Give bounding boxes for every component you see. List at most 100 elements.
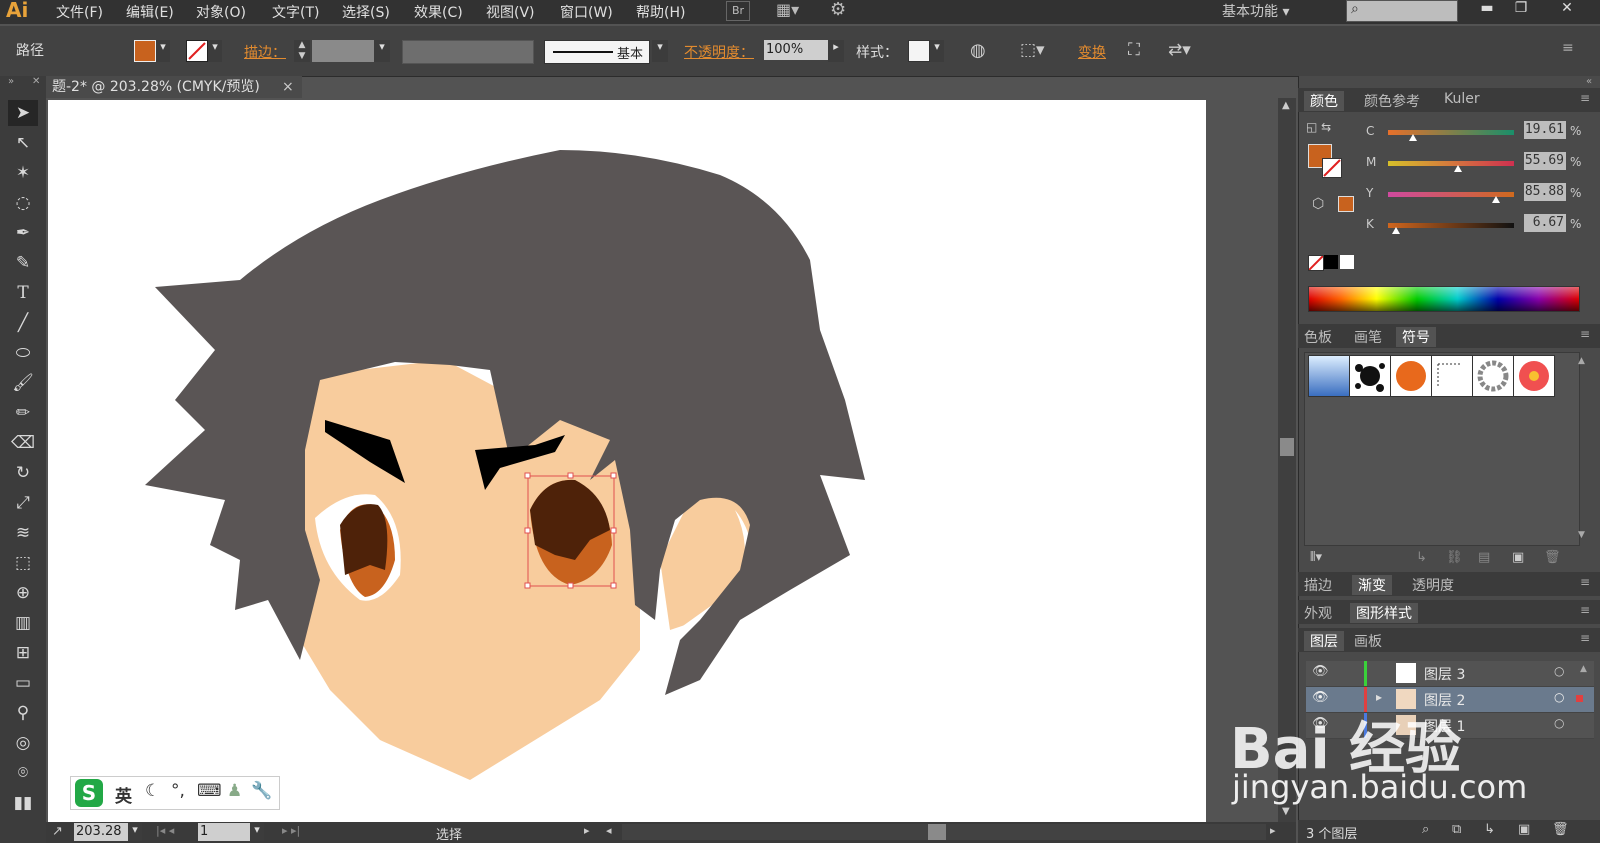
menu-object[interactable]: 对象(O) bbox=[196, 2, 246, 22]
tab-color-guide[interactable]: 颜色参考 bbox=[1364, 91, 1420, 111]
align-to-selection-icon[interactable]: ⬚▾ bbox=[1020, 40, 1045, 60]
symbol-chain-ring[interactable] bbox=[1472, 355, 1514, 397]
isolate-icon[interactable]: ⛶ bbox=[1128, 40, 1140, 60]
half-width-icon[interactable]: ☾ bbox=[145, 781, 160, 801]
slider-thumb[interactable] bbox=[1454, 165, 1463, 172]
expand-triangle-icon[interactable]: ▸ bbox=[1376, 690, 1382, 704]
place-symbol-icon[interactable]: ↳ bbox=[1416, 550, 1427, 565]
appearance-panel-menu-icon[interactable]: ≡ bbox=[1580, 603, 1590, 617]
tools-close-icon[interactable]: ✕ bbox=[32, 76, 40, 87]
graphic-style-dropdown[interactable]: ▾ bbox=[930, 40, 944, 62]
stroke-color-box[interactable] bbox=[1322, 158, 1342, 178]
tab-transparency[interactable]: 透明度 bbox=[1412, 575, 1454, 595]
status-edit-icon[interactable]: ↗ bbox=[52, 824, 63, 839]
keyboard-icon[interactable]: ⌨ bbox=[197, 781, 222, 801]
symbols-scroll-up-icon[interactable]: ▲ bbox=[1578, 356, 1585, 366]
eyedropper-tool-icon[interactable]: ⚲ bbox=[8, 700, 38, 726]
ime-language-label[interactable]: 英 bbox=[115, 782, 132, 807]
tab-swatches[interactable]: 色板 bbox=[1304, 327, 1332, 347]
shape-builder-tool-icon[interactable]: ⊕ bbox=[8, 580, 38, 606]
perspective-grid-tool-icon[interactable]: ▥ bbox=[8, 610, 38, 636]
target-circle-icon[interactable]: ○ bbox=[1554, 716, 1564, 730]
dock-collapse-icon[interactable]: « bbox=[1586, 76, 1592, 87]
transform-label[interactable]: 变换 bbox=[1078, 42, 1106, 62]
pen-tool-icon[interactable]: ✒ bbox=[8, 220, 38, 246]
direct-selection-tool-icon[interactable]: ↖ bbox=[8, 130, 38, 156]
warp-tool-icon[interactable]: ≋ bbox=[8, 520, 38, 546]
out-of-gamut-icon[interactable]: ⬡ bbox=[1312, 196, 1324, 212]
layers-scroll-up-icon[interactable]: ▲ bbox=[1580, 664, 1587, 674]
line-tool-icon[interactable]: ╱ bbox=[8, 310, 38, 336]
symbol-options-icon[interactable]: ▤ bbox=[1478, 550, 1490, 565]
channel-value-input[interactable]: 6.67 bbox=[1524, 214, 1566, 232]
scroll-down-icon[interactable]: ▼ bbox=[1282, 806, 1290, 817]
horizontal-scrollbar[interactable] bbox=[622, 824, 1266, 840]
menu-help[interactable]: 帮助(H) bbox=[636, 2, 685, 22]
tab-color[interactable]: 颜色 bbox=[1304, 91, 1344, 111]
paintbrush-tool-icon[interactable]: 🖌 bbox=[8, 370, 38, 396]
column-graph-tool-icon[interactable]: ▮▮ bbox=[8, 790, 38, 816]
slider-thumb[interactable] bbox=[1408, 134, 1417, 141]
free-transform-tool-icon[interactable]: ⬚ bbox=[8, 550, 38, 576]
slider-thumb[interactable] bbox=[1492, 196, 1501, 203]
black-swatch[interactable] bbox=[1324, 255, 1338, 269]
new-layer-icon[interactable]: ▣ bbox=[1518, 822, 1530, 837]
tab-gradient[interactable]: 渐变 bbox=[1352, 575, 1392, 595]
channel-slider[interactable] bbox=[1388, 130, 1514, 135]
menu-edit[interactable]: 编辑(E) bbox=[126, 2, 174, 22]
wrench-icon[interactable]: 🔧 bbox=[251, 781, 272, 801]
variable-width-profile[interactable] bbox=[402, 40, 534, 64]
break-link-icon[interactable]: ⛓ bbox=[1446, 550, 1463, 565]
tab-graphic-styles[interactable]: 图形样式 bbox=[1350, 603, 1418, 623]
eraser-tool-icon[interactable]: ⌫ bbox=[8, 430, 38, 456]
ellipse-tool-icon[interactable]: ⬭ bbox=[8, 340, 38, 366]
slider-thumb[interactable] bbox=[1392, 227, 1401, 234]
status-menu-icon[interactable]: ▸ bbox=[584, 824, 590, 837]
menu-window[interactable]: 窗口(W) bbox=[560, 2, 613, 22]
zoom-input[interactable]: 203.28 bbox=[74, 823, 130, 841]
layer-row[interactable]: 👁 图层 3 ○ bbox=[1306, 661, 1594, 687]
stroke-weight-stepper[interactable]: ▲ ▼ bbox=[294, 40, 310, 62]
hscroll-left-icon[interactable]: ◂ bbox=[606, 824, 612, 837]
first-artboard-icon[interactable]: |◂ ◂ bbox=[156, 824, 174, 837]
zoom-dropdown[interactable]: ▾ bbox=[128, 823, 142, 841]
selection-tool-icon[interactable]: ➤ bbox=[8, 100, 38, 126]
bridge-icon[interactable]: Br bbox=[726, 1, 750, 21]
clipping-mask-icon[interactable]: ⧉ bbox=[1452, 822, 1461, 837]
tab-kuler[interactable]: Kuler bbox=[1444, 91, 1480, 107]
hscroll-right-icon[interactable]: ▸ bbox=[1270, 824, 1276, 837]
menu-effect[interactable]: 效果(C) bbox=[414, 2, 463, 22]
channel-slider[interactable] bbox=[1388, 223, 1514, 228]
workspace-switcher[interactable]: 基本功能 ▾ bbox=[1222, 1, 1322, 21]
symbol-blue-banner[interactable] bbox=[1308, 355, 1350, 397]
menu-file[interactable]: 文件(F) bbox=[56, 2, 103, 22]
search-input[interactable]: ⌕ bbox=[1346, 0, 1458, 22]
opacity-label[interactable]: 不透明度： bbox=[684, 42, 754, 62]
tab-layers[interactable]: 图层 bbox=[1304, 631, 1344, 651]
locate-object-icon[interactable]: ⌕ bbox=[1422, 822, 1429, 837]
channel-value-input[interactable]: 55.69 bbox=[1524, 152, 1566, 170]
pencil-tool-icon[interactable]: ✏ bbox=[8, 400, 38, 426]
last-artboard-icon[interactable]: ▸ ▸| bbox=[282, 824, 300, 837]
graphic-style-swatch[interactable] bbox=[908, 40, 930, 62]
minimize-button[interactable]: ▬ bbox=[1472, 0, 1502, 18]
gradient-panel-menu-icon[interactable]: ≡ bbox=[1580, 575, 1590, 589]
tab-stroke[interactable]: 描边 bbox=[1304, 575, 1332, 595]
brush-definition[interactable]: 基本 bbox=[544, 40, 650, 64]
layer-name[interactable]: 图层 3 bbox=[1424, 664, 1465, 684]
fill-dropdown[interactable]: ▾ bbox=[156, 40, 170, 62]
target-circle-icon[interactable]: ○ bbox=[1554, 690, 1564, 704]
curvature-tool-icon[interactable]: ✎ bbox=[8, 250, 38, 276]
user-icon[interactable]: ♟ bbox=[227, 781, 242, 801]
opacity-dropdown[interactable]: ▸ bbox=[828, 40, 844, 62]
rotate-tool-icon[interactable]: ↻ bbox=[8, 460, 38, 486]
stroke-weight-label[interactable]: 描边： bbox=[244, 42, 286, 62]
stroke-weight-dropdown[interactable]: ▾ bbox=[374, 40, 390, 62]
tab-appearance[interactable]: 外观 bbox=[1304, 603, 1332, 623]
stroke-weight-input[interactable] bbox=[312, 40, 374, 62]
artboard[interactable] bbox=[48, 100, 1206, 822]
symbol-sprayer-tool-icon[interactable]: ⌾ bbox=[8, 760, 38, 786]
symbols-scroll-down-icon[interactable]: ▼ bbox=[1578, 530, 1585, 540]
symbol-orange-ball[interactable] bbox=[1390, 355, 1432, 397]
lasso-tool-icon[interactable]: ◌ bbox=[8, 190, 38, 216]
